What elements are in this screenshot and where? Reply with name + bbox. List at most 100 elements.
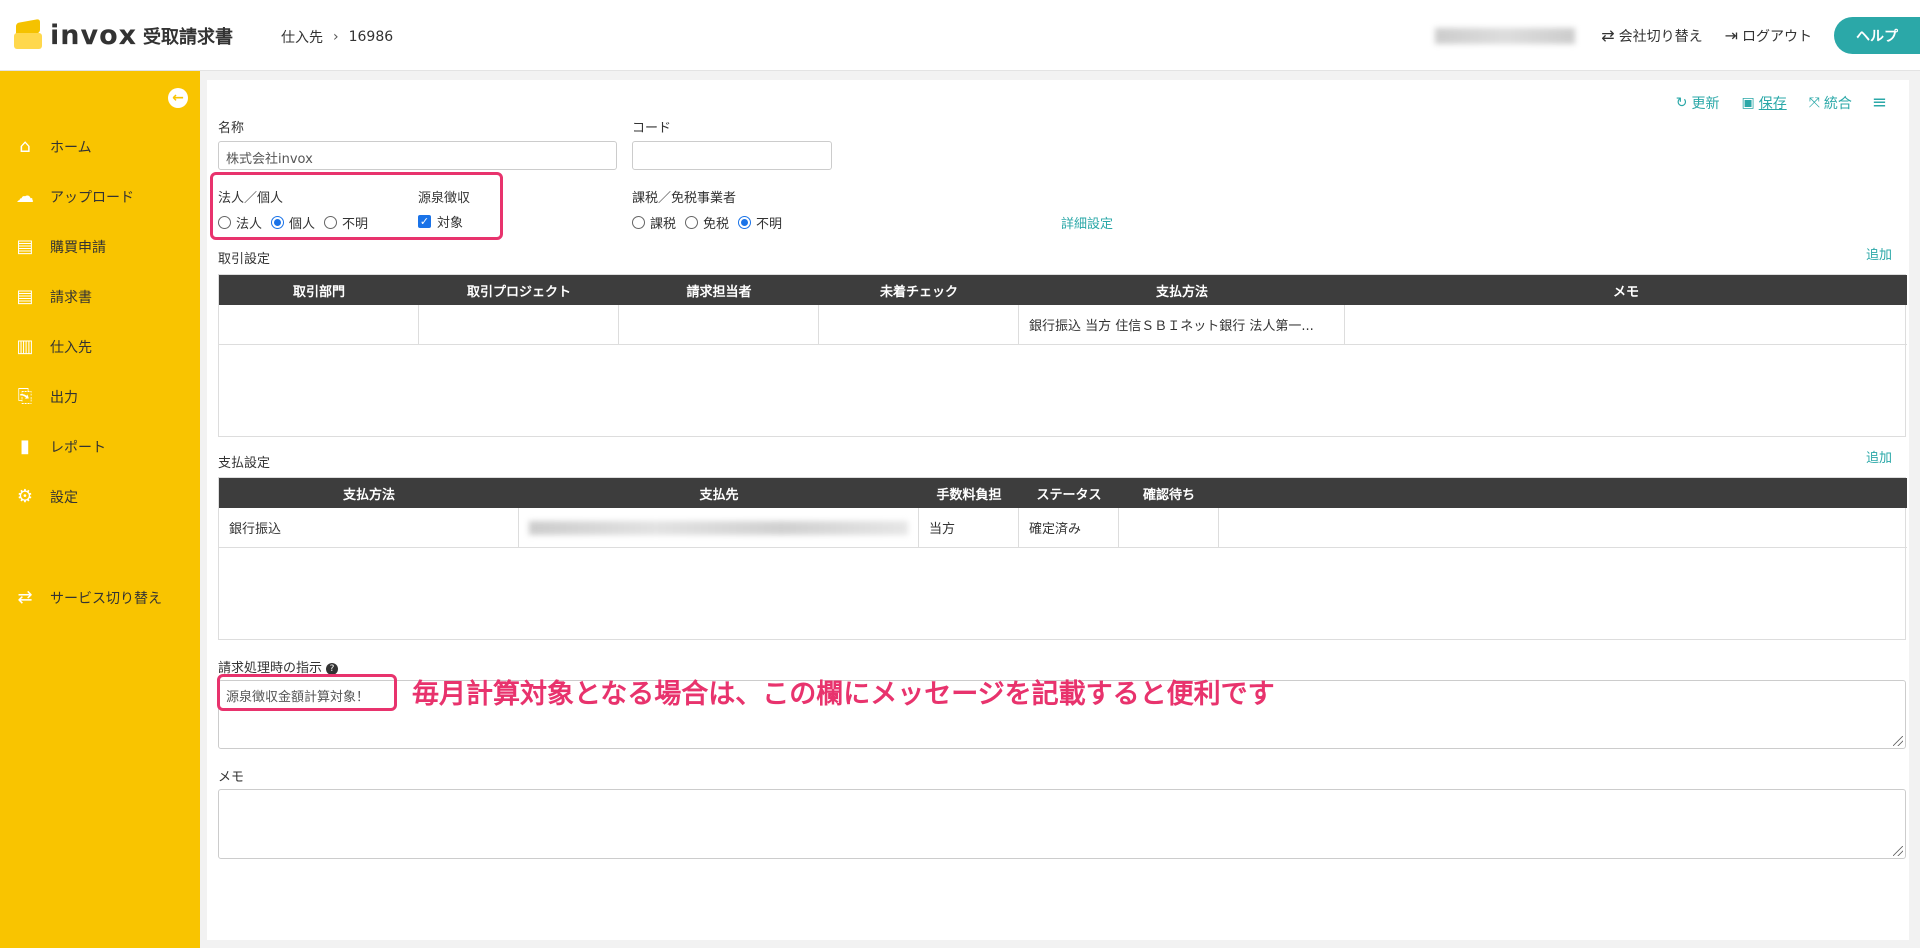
- detail-settings-link[interactable]: 詳細設定: [1061, 213, 1113, 232]
- save-label: 保存: [1758, 95, 1787, 112]
- memo-textarea[interactable]: [218, 789, 1906, 859]
- logo-subtitle: 受取請求書: [143, 26, 234, 48]
- sidebar-item-purchase-request[interactable]: ▤ 購買申請: [14, 236, 106, 257]
- merge-button[interactable]: ⤧ 統合: [1809, 93, 1852, 113]
- column-header[interactable]: メモ: [1345, 275, 1907, 305]
- blurred-payee: [529, 520, 908, 535]
- table-cell[interactable]: [419, 305, 619, 345]
- column-header[interactable]: 支払方法: [219, 478, 519, 508]
- tax-radio-unknown[interactable]: 不明: [738, 213, 782, 232]
- refresh-label: 更新: [1691, 95, 1720, 112]
- tax-radio-taxable[interactable]: 課税: [632, 213, 676, 232]
- trade-settings-title: 取引設定: [218, 252, 271, 267]
- sidebar-item-settings[interactable]: ⚙ 設定: [14, 486, 78, 507]
- sidebar-item-label: 仕入先: [50, 339, 92, 356]
- column-header[interactable]: 取引部門: [219, 275, 419, 305]
- table-cell[interactable]: [1345, 305, 1907, 345]
- merge-label: 統合: [1823, 95, 1852, 112]
- sidebar-item-label: アップロード: [50, 189, 134, 206]
- column-header[interactable]: 支払方法: [1019, 275, 1345, 305]
- refresh-button[interactable]: ↻ 更新: [1676, 93, 1720, 113]
- name-field[interactable]: 株式会社invox: [218, 141, 617, 170]
- payment-settings-table: 支払方法 支払先 手数料負担 ステータス 確認待ち 銀行振込 当方 確定済み: [218, 477, 1907, 640]
- breadcrumb: 仕入先 › 16986: [281, 27, 393, 47]
- sidebar-item-reports[interactable]: ▮ レポート: [14, 436, 106, 457]
- table-cell[interactable]: [619, 305, 819, 345]
- highlight-box-entity: [210, 172, 503, 240]
- highlight-box-instructions: [217, 674, 397, 711]
- column-header[interactable]: 請求担当者: [619, 275, 819, 305]
- toolbar: ↻ 更新 ▣ 保存 ⤧ 統合 ≡: [1654, 92, 1887, 113]
- payment-add-button[interactable]: 追加: [1866, 447, 1892, 466]
- tax-status-label: 課税／免税事業者: [632, 191, 737, 206]
- radio-label: 不明: [756, 217, 783, 232]
- user-name-blurred: [1435, 27, 1576, 44]
- sidebar-item-label: 請求書: [50, 289, 92, 306]
- column-header[interactable]: 支払先: [519, 478, 919, 508]
- memo-label: メモ: [218, 770, 245, 785]
- switch-company-button[interactable]: ⇄ 会社切り替え: [1601, 26, 1702, 46]
- radio-button[interactable]: [685, 216, 699, 229]
- radio-button[interactable]: [738, 216, 752, 229]
- column-header[interactable]: 未着チェック: [819, 275, 1019, 305]
- sidebar-item-label: 購買申請: [50, 239, 106, 256]
- logo-text: invox: [50, 20, 138, 51]
- table-cell[interactable]: 当方: [919, 508, 1019, 548]
- code-label: コード: [632, 121, 672, 136]
- question-icon[interactable]: ?: [326, 662, 339, 675]
- radio-label: 課税: [650, 217, 677, 232]
- sidebar-item-label: 出力: [50, 389, 78, 406]
- breadcrumb-current: 16986: [348, 29, 394, 45]
- save-icon: ▣: [1741, 94, 1755, 111]
- table-cell[interactable]: 銀行振込 当方 住信ＳＢＩネット銀行 法人第一...: [1019, 305, 1345, 345]
- name-label: 名称: [218, 121, 245, 136]
- logout-button[interactable]: ⇥ ログアウト: [1725, 26, 1812, 46]
- table-cell[interactable]: 銀行振込: [219, 508, 519, 548]
- table-cell-blurred[interactable]: [519, 508, 919, 548]
- sidebar-item-label: レポート: [50, 439, 106, 456]
- table-cell[interactable]: [1119, 508, 1219, 548]
- export-icon: ⎘: [17, 386, 33, 407]
- trade-add-button[interactable]: 追加: [1866, 244, 1892, 263]
- sidebar-item-export[interactable]: ⎘ 出力: [14, 386, 78, 407]
- top-header: invox 受取請求書 仕入先 › 16986 ⇄ 会社切り替え ⇥ ログアウト…: [0, 0, 1920, 71]
- switch-icon: ⇄: [1601, 26, 1615, 45]
- table-cell[interactable]: [219, 305, 419, 345]
- document-icon: ▤: [16, 236, 34, 257]
- help-button[interactable]: ヘルプ: [1834, 17, 1920, 54]
- breadcrumb-suppliers[interactable]: 仕入先: [281, 27, 323, 47]
- column-header-empty: [1219, 478, 1907, 508]
- sidebar-item-label: 設定: [50, 489, 78, 506]
- switch-company-label: 会社切り替え: [1618, 28, 1703, 45]
- cloud-upload-icon: ☁: [16, 186, 34, 207]
- sidebar-item-switch-service[interactable]: ⇄ サービス切り替え: [14, 587, 162, 608]
- app-logo[interactable]: invox 受取請求書: [14, 18, 234, 51]
- radio-button[interactable]: [632, 216, 645, 229]
- tax-status-radios: 課税 免税 不明: [632, 213, 791, 232]
- column-header[interactable]: ステータス: [1019, 478, 1119, 508]
- column-header[interactable]: 手数料負担: [919, 478, 1019, 508]
- table-cell[interactable]: 確定済み: [1019, 508, 1119, 548]
- sidebar-item-upload[interactable]: ☁ アップロード: [14, 186, 134, 207]
- code-field[interactable]: [632, 141, 832, 170]
- sidebar-item-label: サービス切り替え: [50, 590, 162, 607]
- table-cell[interactable]: [819, 305, 1019, 345]
- annotation-callout: 毎月計算対象となる場合は、この欄にメッセージを記載すると便利です: [412, 679, 1275, 710]
- sidebar: ← ⌂ ホーム ☁ アップロード ▤ 購買申請 ▤ 請求書 ▥ 仕入先 ⎘ 出力…: [0, 71, 200, 948]
- column-header[interactable]: 取引プロジェクト: [419, 275, 619, 305]
- resize-handle-icon[interactable]: [1893, 736, 1903, 746]
- column-header[interactable]: 確認待ち: [1119, 478, 1219, 508]
- tax-radio-exempt[interactable]: 免税: [685, 213, 729, 232]
- sidebar-item-invoices[interactable]: ▤ 請求書: [14, 286, 92, 307]
- resize-handle-icon[interactable]: [1893, 846, 1903, 856]
- building-icon: ▥: [16, 336, 34, 357]
- sidebar-item-suppliers[interactable]: ▥ 仕入先: [14, 336, 92, 357]
- collapse-sidebar-icon[interactable]: ←: [168, 88, 188, 108]
- sidebar-item-label: ホーム: [50, 139, 92, 156]
- trade-settings-table: 取引部門 取引プロジェクト 請求担当者 未着チェック 支払方法 メモ 銀行振込 …: [218, 274, 1907, 437]
- merge-icon: ⤧: [1808, 94, 1820, 111]
- chart-icon: ▮: [20, 436, 30, 457]
- menu-icon[interactable]: ≡: [1872, 92, 1887, 113]
- sidebar-item-home[interactable]: ⌂ ホーム: [14, 136, 92, 157]
- save-button[interactable]: ▣ 保存: [1741, 93, 1786, 113]
